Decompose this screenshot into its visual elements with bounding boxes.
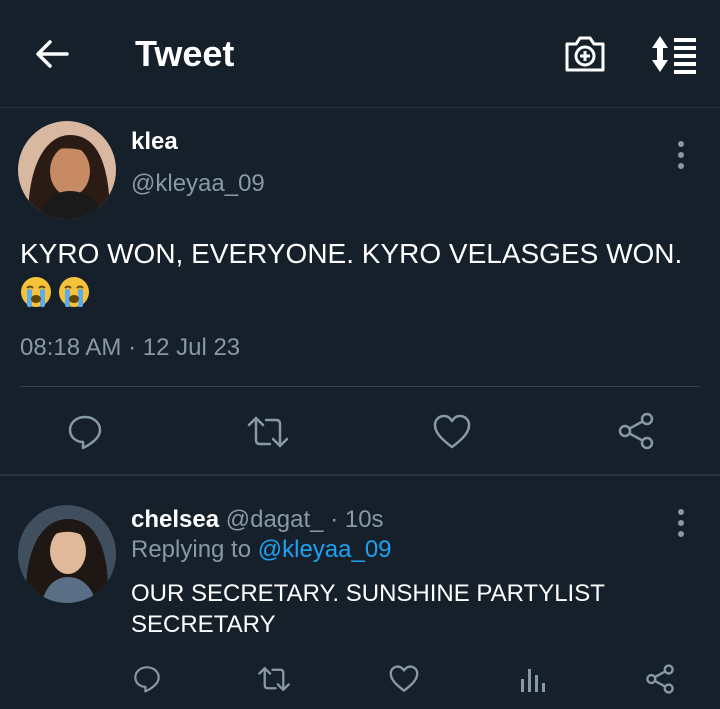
more-options-icon[interactable] — [675, 508, 687, 538]
divider — [20, 386, 700, 387]
replying-to-label: Replying to — [131, 536, 258, 563]
author-handle[interactable]: @kleyaa_09 — [131, 170, 265, 198]
camera-plus-icon[interactable] — [563, 34, 607, 74]
avatar[interactable] — [18, 505, 116, 603]
avatar[interactable] — [18, 121, 116, 219]
replying-to-handle[interactable]: @kleyaa_09 — [258, 536, 392, 563]
retweet-icon[interactable] — [246, 414, 290, 450]
author-name[interactable]: klea — [131, 128, 178, 156]
like-icon[interactable] — [433, 414, 471, 450]
sort-list-icon[interactable] — [650, 34, 698, 74]
tweet-text: KYRO WON, EVERYONE. KYRO VELASGES WON. — [20, 238, 683, 269]
loudly-crying-face-icon — [21, 276, 51, 307]
analytics-icon[interactable] — [519, 665, 545, 693]
tweet-timestamp: 08:18 AM · 12 Jul 23 — [20, 334, 241, 361]
reply-author-name[interactable]: chelsea @dagat_ · 10s — [131, 506, 384, 534]
reply-icon[interactable] — [133, 665, 161, 693]
like-icon[interactable] — [389, 665, 419, 693]
reply-handle-time: @dagat_ · 10s — [225, 506, 384, 533]
arrow-left-icon[interactable] — [33, 35, 71, 73]
loudly-crying-face-icon — [59, 276, 89, 307]
reply-author-name-text[interactable]: chelsea — [131, 506, 219, 533]
section-divider — [0, 474, 720, 476]
retweet-icon[interactable] — [257, 665, 291, 693]
more-options-icon[interactable] — [675, 140, 687, 170]
tweet-body: KYRO WON, EVERYONE. KYRO VELASGES WON. — [20, 236, 710, 308]
share-icon[interactable] — [617, 412, 655, 450]
reply-icon[interactable] — [67, 414, 103, 450]
replying-to: Replying to @kleyaa_09 — [131, 536, 392, 564]
reply-text: OUR SECRETARY. SUNSHINE PARTYLIST SECRET… — [131, 580, 605, 638]
share-icon[interactable] — [645, 664, 675, 694]
page-title: Tweet — [135, 33, 235, 74]
top-app-bar: Tweet — [0, 0, 720, 108]
